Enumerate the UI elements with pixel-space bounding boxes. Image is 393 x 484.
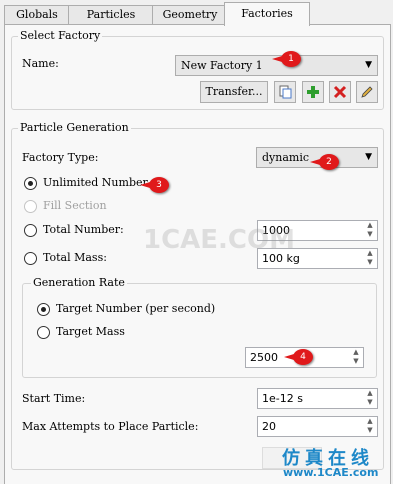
generation-rate-title: Generation Rate (31, 276, 127, 289)
edit-button[interactable] (356, 81, 378, 103)
pencil-icon (361, 86, 373, 98)
unlimited-number-radio[interactable] (24, 177, 37, 190)
plus-icon (307, 86, 319, 98)
watermark-text: 1CAE.COM (143, 225, 295, 255)
start-time-value: 1e-12 s (262, 392, 303, 405)
factory-name-value: New Factory 1 (181, 59, 263, 72)
delete-icon (333, 85, 347, 99)
generation-rate-value: 2500 (250, 351, 278, 364)
spin-arrows-icon[interactable]: ▲ ▼ (363, 221, 377, 240)
total-mass-label: Total Mass: (43, 251, 107, 264)
callout-marker: 1 (272, 51, 301, 67)
tab-geometry[interactable]: Geometry (152, 5, 228, 25)
max-attempts-label: Max Attempts to Place Particle: (22, 420, 199, 433)
transfer-button-label: Transfer... (205, 85, 263, 98)
total-number-radio[interactable] (24, 224, 37, 237)
target-mass-label: Target Mass (56, 325, 125, 338)
start-time-label: Start Time: (22, 392, 86, 405)
total-number-label: Total Number: (43, 223, 124, 236)
transfer-button[interactable]: Transfer... (200, 81, 268, 103)
select-factory-title: Select Factory (18, 29, 103, 42)
spin-arrows-icon[interactable]: ▲ ▼ (363, 417, 377, 436)
start-time-field[interactable]: 1e-12 s ▲ ▼ (257, 388, 378, 409)
factory-type-label: Factory Type: (22, 151, 99, 164)
brand-url: www.1CAE.com (283, 466, 379, 479)
chevron-down-icon: ▼ (365, 152, 372, 162)
fill-section-label: Fill Section (43, 199, 107, 212)
chevron-down-icon: ▼ (365, 60, 372, 70)
tab-particles[interactable]: Particles (68, 5, 154, 25)
max-attempts-value: 20 (262, 420, 276, 433)
particle-generation-title: Particle Generation (18, 121, 131, 134)
factory-type-value: dynamic (262, 151, 310, 164)
unlimited-number-label: Unlimited Number (43, 176, 148, 189)
target-number-label: Target Number (per second) (56, 302, 216, 315)
spin-arrows-icon[interactable]: ▲ ▼ (363, 389, 377, 408)
spin-arrows-icon[interactable]: ▲ ▼ (349, 348, 363, 367)
callout-marker: 3 (140, 177, 169, 193)
spin-arrows-icon[interactable]: ▲ ▼ (363, 249, 377, 268)
target-mass-radio[interactable] (37, 326, 50, 339)
callout-marker: 2 (310, 154, 339, 170)
tab-factories[interactable]: Factories (224, 2, 310, 26)
add-button[interactable] (302, 81, 324, 103)
total-mass-radio[interactable] (24, 252, 37, 265)
target-number-radio[interactable] (37, 303, 50, 316)
max-attempts-field[interactable]: 20 ▲ ▼ (257, 416, 378, 437)
copy-button[interactable] (274, 81, 296, 103)
name-label: Name: (22, 57, 59, 70)
copy-icon (279, 85, 292, 99)
delete-button[interactable] (329, 81, 351, 103)
fill-section-radio (24, 200, 37, 213)
callout-marker: 4 (284, 349, 313, 365)
tab-globals[interactable]: Globals (4, 5, 70, 25)
